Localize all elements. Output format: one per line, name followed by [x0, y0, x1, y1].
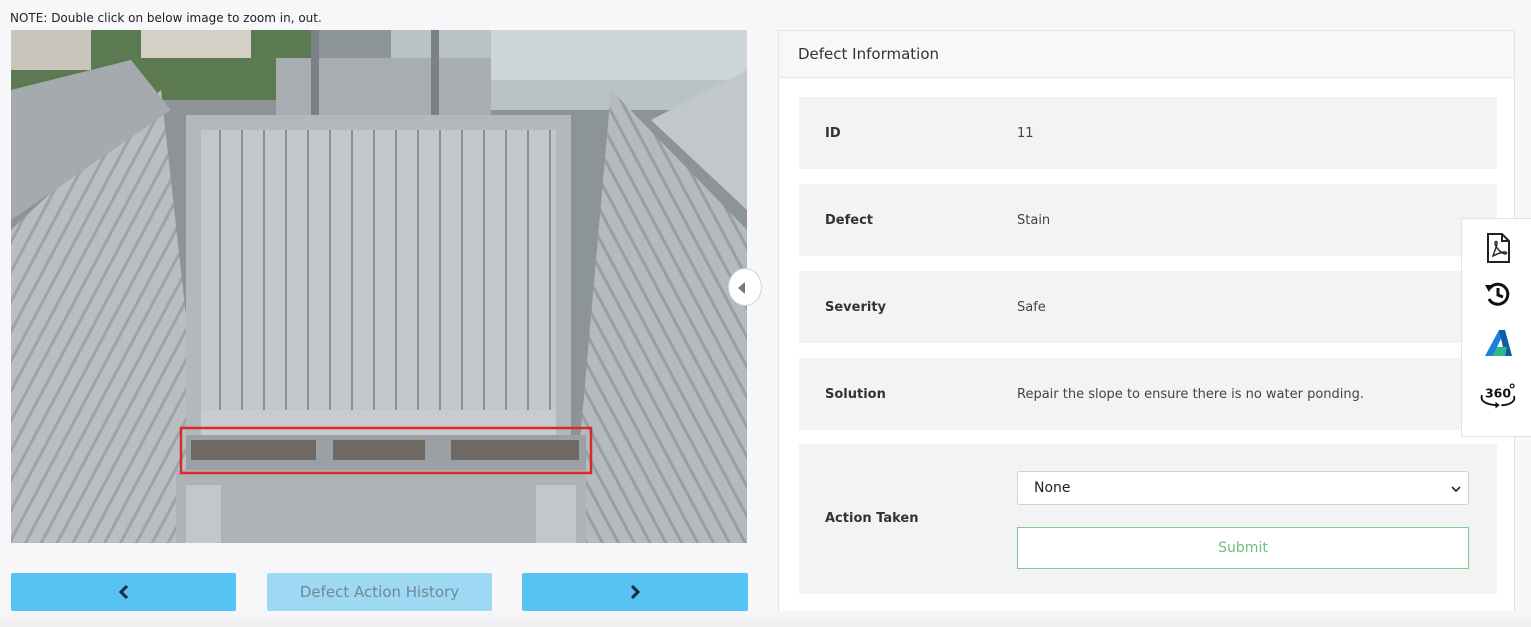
chevron-right-icon [630, 584, 641, 600]
field-value: 11 [1017, 125, 1034, 141]
field-row-action-taken: Action Taken None Submit [799, 444, 1497, 594]
field-value: Stain [1017, 212, 1051, 228]
page-bottom-edge [0, 611, 1531, 627]
field-value: Repair the slope to ensure there is no w… [1017, 386, 1365, 402]
right-toolbar: 360 [1461, 218, 1531, 437]
field-row-severity: Severity Safe [799, 271, 1497, 343]
360-view-icon: 360 [1480, 383, 1516, 409]
pdf-icon [1487, 233, 1510, 263]
autodesk-button[interactable] [1478, 324, 1518, 362]
field-label: ID [825, 125, 841, 141]
defect-photo[interactable] [11, 30, 747, 543]
panel-collapse-handle[interactable] [728, 268, 762, 306]
field-label: Severity [825, 299, 887, 315]
field-label: Solution [825, 386, 886, 402]
panel-title: Defect Information [779, 31, 1514, 78]
360-view-button[interactable]: 360 [1478, 377, 1518, 415]
field-value: Safe [1017, 299, 1046, 315]
submit-button[interactable]: Submit [1017, 527, 1469, 569]
field-row-solution: Solution Repair the slope to ensure ther… [799, 358, 1497, 430]
pdf-export-button[interactable] [1478, 229, 1518, 267]
action-taken-select[interactable]: None [1017, 471, 1469, 505]
roof-aerial-image [11, 30, 747, 543]
previous-defect-button[interactable] [11, 573, 236, 611]
chevron-left-icon [738, 282, 745, 294]
zoom-note: NOTE: Double click on below image to zoo… [10, 11, 322, 25]
select-value: None [1034, 480, 1071, 496]
defect-information-panel: Defect Information ID 11 Defect Stain Se… [778, 30, 1515, 627]
field-row-id: ID 11 [799, 97, 1497, 169]
field-label: Action Taken [825, 511, 919, 526]
360-label: 360 [1485, 386, 1511, 401]
chevron-left-icon [118, 584, 128, 600]
field-label: Defect [825, 212, 874, 228]
autodesk-icon [1485, 330, 1512, 356]
defect-action-history-button[interactable]: Defect Action History [267, 573, 492, 611]
next-defect-button[interactable] [522, 573, 748, 611]
history-button[interactable] [1478, 275, 1518, 313]
chevron-down-icon [1451, 486, 1461, 493]
field-row-defect: Defect Stain [799, 184, 1497, 256]
history-icon [1485, 282, 1510, 306]
